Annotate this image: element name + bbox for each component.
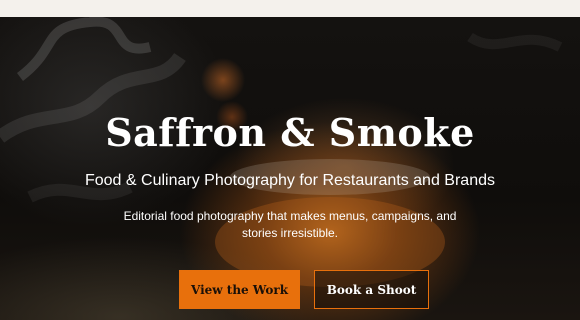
hero-description: Editorial food photography that makes me… <box>123 209 457 240</box>
hero-title: Saffron & Smoke <box>105 110 475 155</box>
view-the-work-button[interactable]: View the Work <box>179 270 300 309</box>
top-nav-bar <box>0 0 580 17</box>
book-a-shoot-button[interactable]: Book a Shoot <box>314 270 429 309</box>
hero-section: Saffron & Smoke Food & Culinary Photogra… <box>0 17 580 320</box>
hero-subtitle: Food & Culinary Photography for Restaura… <box>84 172 495 189</box>
